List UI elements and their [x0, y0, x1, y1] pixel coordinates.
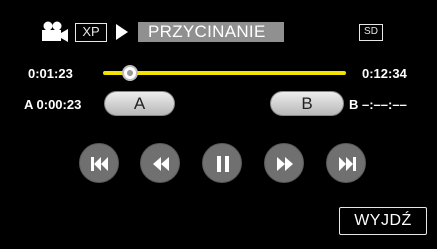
skip-previous-button[interactable]: [79, 143, 119, 183]
skip-previous-icon: [91, 157, 108, 171]
trim-end-time: B –:––:––: [349, 97, 407, 112]
mode-title: PRZYCINANIE: [138, 22, 284, 42]
fast-forward-icon: [277, 157, 293, 171]
sd-card-badge: SD: [359, 24, 383, 41]
set-point-b-button[interactable]: B: [270, 91, 344, 116]
total-time: 0:12:34: [362, 66, 407, 81]
quality-badge: XP: [75, 23, 107, 42]
set-point-a-button[interactable]: A: [104, 91, 175, 116]
video-camera-icon: [42, 21, 68, 42]
trim-screen: XP PRZYCINANIE SD 0:01:23 0:12:34 A 0:00…: [0, 0, 437, 249]
timeline-track[interactable]: [103, 71, 346, 75]
current-time: 0:01:23: [28, 66, 73, 81]
pause-button[interactable]: [202, 143, 242, 183]
exit-button[interactable]: WYJDŹ: [339, 207, 427, 235]
rewind-button[interactable]: [140, 143, 180, 183]
play-triangle-icon: [116, 24, 128, 40]
fast-forward-button[interactable]: [264, 143, 304, 183]
trim-start-time: A 0:00:23: [24, 97, 82, 112]
skip-next-button[interactable]: [326, 143, 366, 183]
timeline-slider-handle[interactable]: [121, 65, 138, 81]
pause-icon: [217, 156, 229, 172]
rewind-icon: [153, 157, 169, 171]
skip-next-icon: [339, 157, 356, 171]
